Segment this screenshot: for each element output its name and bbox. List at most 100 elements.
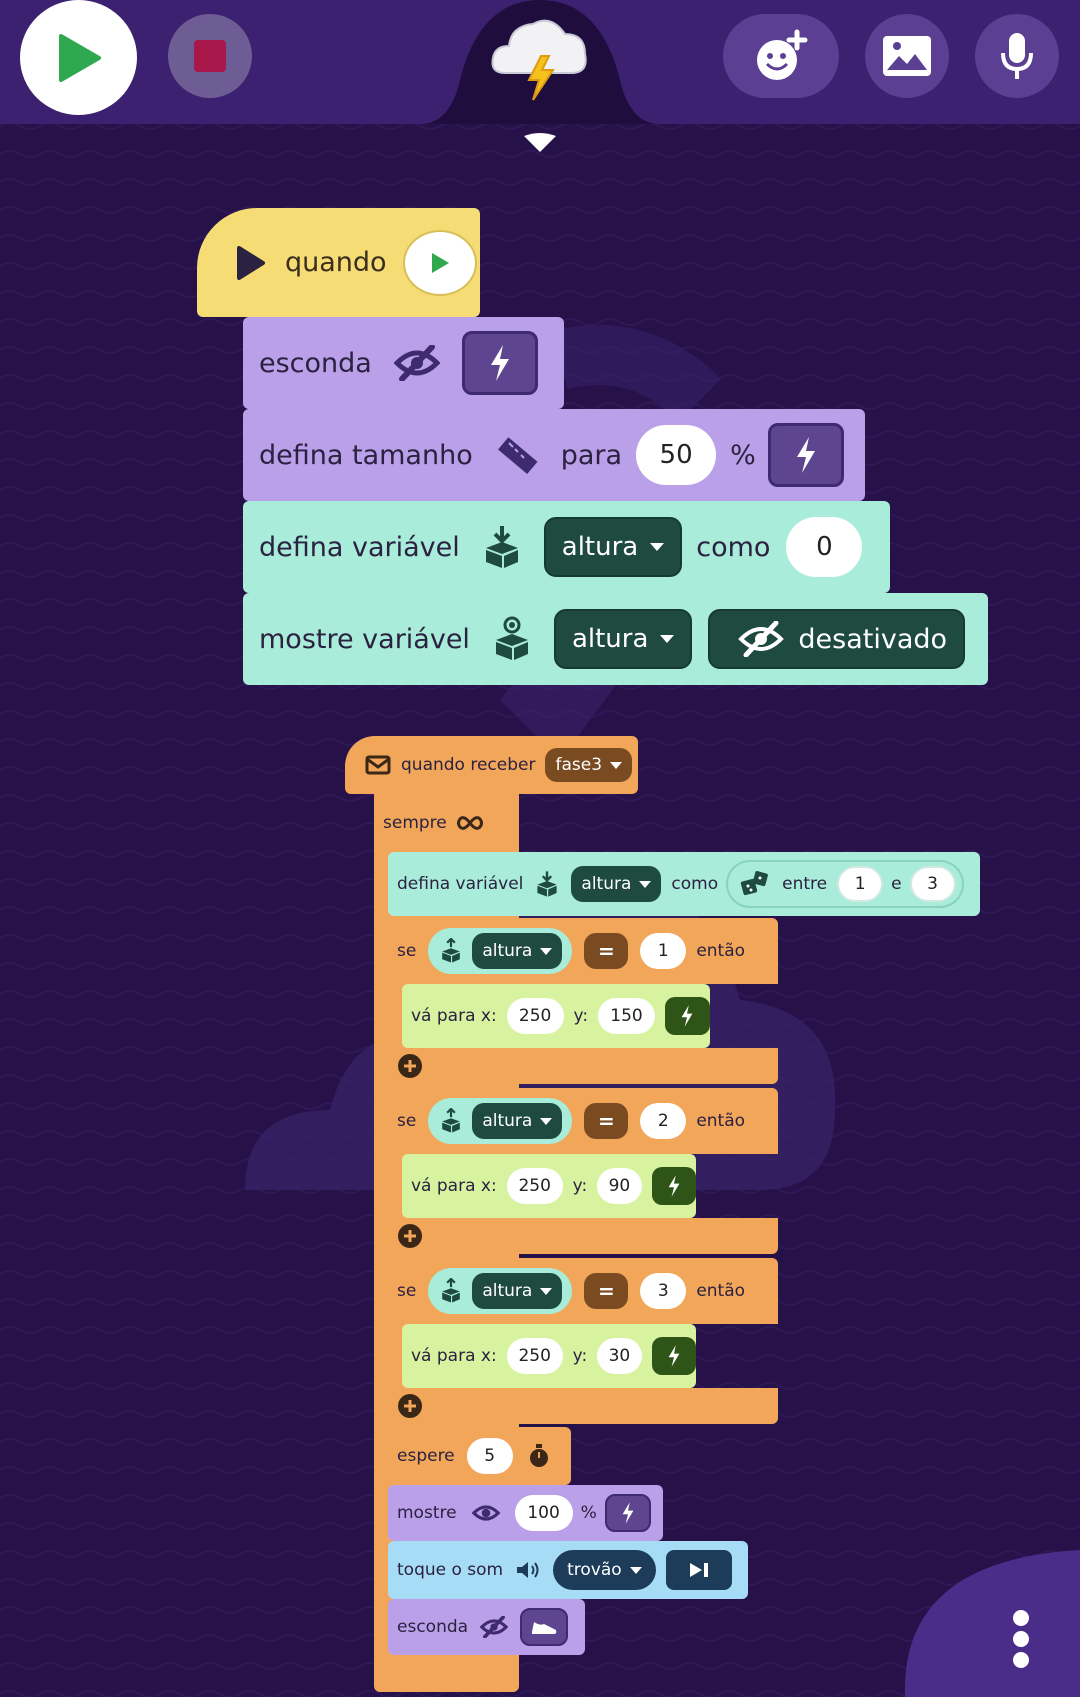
- operator-value: =: [597, 939, 615, 963]
- if-block[interactable]: se altura = 1 então vá para x: 250 y: 15…: [388, 918, 778, 1084]
- effect-toggle-button[interactable]: [520, 1608, 569, 1646]
- wait-block[interactable]: espere 5: [388, 1427, 571, 1485]
- add-branch-button[interactable]: [398, 1054, 422, 1078]
- microphone-icon: [1001, 33, 1033, 79]
- lightning-icon: [668, 1175, 680, 1197]
- compare-value-input[interactable]: 2: [640, 1103, 687, 1139]
- message-dropdown[interactable]: fase3: [545, 748, 633, 782]
- y-input[interactable]: 90: [597, 1168, 642, 1204]
- size-value-input[interactable]: 50: [636, 425, 717, 485]
- add-sprite-button[interactable]: [723, 14, 839, 98]
- operator-dropdown[interactable]: =: [584, 933, 629, 969]
- block-label: e: [891, 874, 902, 894]
- variable-dropdown[interactable]: altura: [472, 1273, 563, 1309]
- envelope-icon: [365, 755, 391, 775]
- goto-xy-block[interactable]: vá para x: 250 y: 90: [402, 1154, 697, 1218]
- goto-xy-block[interactable]: vá para x: 250 y: 30: [402, 1324, 697, 1388]
- random-reporter[interactable]: entre 1 e 3: [726, 860, 964, 908]
- if-block[interactable]: se altura = 3 então vá para x: 250 y: 30: [388, 1258, 778, 1424]
- eye-icon: [471, 1505, 500, 1521]
- effect-toggle-button[interactable]: [604, 1494, 651, 1532]
- hide-block[interactable]: esconda: [243, 317, 564, 409]
- add-branch-button[interactable]: [398, 1394, 422, 1418]
- play-sound-block[interactable]: toque o som trovão: [388, 1541, 748, 1599]
- operator-dropdown[interactable]: =: [584, 1273, 629, 1309]
- block-label: vá para x:: [411, 1346, 497, 1366]
- goto-xy-block[interactable]: vá para x: 250 y: 150: [402, 984, 710, 1048]
- sound-dropdown[interactable]: trovão: [553, 1550, 656, 1590]
- dropdown-value: fase3: [555, 755, 603, 775]
- x-input[interactable]: 250: [506, 1168, 563, 1204]
- plus-icon: [404, 1400, 416, 1412]
- when-receive-hat-block[interactable]: quando receber fase3: [345, 736, 638, 794]
- random-max-input[interactable]: 3: [909, 866, 956, 902]
- chevron-down-icon: [629, 1566, 642, 1574]
- percent-sign: %: [730, 439, 756, 471]
- effect-toggle-button[interactable]: [651, 1167, 697, 1205]
- compare-value-input[interactable]: 1: [640, 933, 687, 969]
- variable-dropdown[interactable]: altura: [472, 933, 563, 969]
- collapse-chevron-icon[interactable]: [522, 132, 558, 158]
- play-until-done-toggle[interactable]: [665, 1550, 732, 1590]
- chevron-down-icon: [540, 1117, 553, 1125]
- vertical-dots-icon: [1013, 1610, 1029, 1668]
- dropdown-value: trovão: [567, 1560, 622, 1580]
- effect-toggle-button[interactable]: [767, 423, 844, 487]
- play-icon: [237, 245, 265, 280]
- operator-value: =: [597, 1279, 615, 1303]
- backdrop-button[interactable]: [865, 14, 949, 98]
- operator-dropdown[interactable]: =: [584, 1103, 629, 1139]
- more-options-button[interactable]: [1005, 1608, 1037, 1670]
- dropdown-value: altura: [581, 874, 632, 894]
- show-value-input[interactable]: 100: [514, 1495, 573, 1531]
- effect-toggle-button[interactable]: [461, 331, 538, 395]
- wait-seconds-input[interactable]: 5: [466, 1438, 513, 1474]
- y-input[interactable]: 30: [597, 1338, 642, 1374]
- block-label: se: [397, 941, 417, 961]
- dropdown-value: altura: [571, 624, 649, 654]
- variable-dropdown[interactable]: altura: [472, 1103, 563, 1139]
- set-size-block[interactable]: defina tamanho para 50 %: [243, 409, 865, 501]
- when-play-hat-block[interactable]: quando: [197, 208, 480, 317]
- show-block[interactable]: mostre 100 %: [388, 1485, 663, 1541]
- variable-reporter[interactable]: altura: [428, 928, 573, 974]
- effect-toggle-button[interactable]: [651, 1337, 697, 1375]
- hide-block[interactable]: esconda: [388, 1599, 585, 1655]
- chevron-down-icon: [540, 947, 553, 955]
- add-branch-button[interactable]: [398, 1224, 422, 1248]
- set-variable-block[interactable]: defina variável altura como entre 1 e 3: [388, 852, 980, 916]
- x-input[interactable]: 250: [506, 998, 564, 1034]
- block-label: defina tamanho: [259, 439, 473, 471]
- variable-reporter[interactable]: altura: [428, 1098, 573, 1144]
- stop-button[interactable]: [168, 14, 252, 98]
- sound-record-button[interactable]: [975, 14, 1059, 98]
- lightning-icon: [668, 1345, 680, 1367]
- x-input[interactable]: 250: [506, 1338, 563, 1374]
- effect-toggle-button[interactable]: [664, 997, 710, 1035]
- y-input[interactable]: 150: [598, 998, 655, 1034]
- variable-reporter[interactable]: altura: [428, 1268, 573, 1314]
- variable-dropdown[interactable]: altura: [553, 609, 693, 669]
- eye-hidden-icon: [393, 345, 440, 381]
- if-block[interactable]: se altura = 2 então vá para x: 250 y: 90: [388, 1088, 778, 1254]
- block-label: vá para x:: [411, 1176, 497, 1196]
- ruler-icon: [497, 437, 538, 474]
- random-min-input[interactable]: 1: [837, 866, 884, 902]
- block-label: y:: [572, 1346, 588, 1366]
- variable-value-input[interactable]: 0: [786, 517, 863, 577]
- compare-value-input[interactable]: 3: [640, 1273, 687, 1309]
- variable-get-icon: [442, 938, 461, 963]
- variable-set-icon: [537, 871, 558, 897]
- show-variable-block[interactable]: mostre variável altura desativado: [243, 593, 988, 685]
- block-label: se: [397, 1281, 417, 1301]
- sprite-thumbnail[interactable]: [485, 8, 595, 103]
- variable-dropdown[interactable]: altura: [543, 517, 683, 577]
- set-variable-block[interactable]: defina variável altura como 0: [243, 501, 890, 593]
- variable-set-icon: [485, 526, 518, 568]
- block-label: esconda: [259, 347, 372, 379]
- visibility-toggle[interactable]: desativado: [708, 609, 966, 669]
- eye-hidden-icon: [738, 621, 785, 657]
- lightning-icon: [682, 1005, 693, 1027]
- play-button[interactable]: [20, 0, 137, 115]
- variable-dropdown[interactable]: altura: [571, 866, 662, 902]
